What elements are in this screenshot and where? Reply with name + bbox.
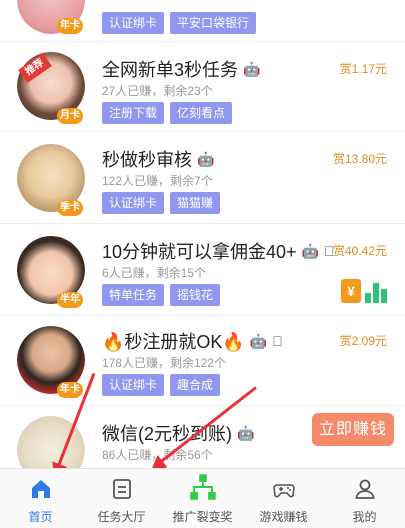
- task-tag: 趣合成: [170, 374, 221, 396]
- task-tag: 认证绑卡: [102, 192, 165, 214]
- gamepad-icon: [272, 484, 295, 498]
- task-tag: 平安口袋银行: [170, 12, 257, 34]
- tab-task-hall[interactable]: 任务大厅: [81, 469, 162, 528]
- task-item[interactable]: 季卡 秒做秒审核 🤖 赏13.80元 122人已赚，剩余7个 认证绑卡 猫猫赚: [0, 132, 405, 224]
- task-item[interactable]: 推荐 月卡 全网新单3秒任务 🤖 赏1.17元 27人已赚，剩余23个 注册下载 …: [0, 42, 405, 132]
- task-tag: 摇钱花: [170, 284, 221, 306]
- task-title: 🔥秒注册就OK🔥🤖: [102, 328, 283, 354]
- referral-tree-icon: [189, 474, 216, 500]
- task-list: 年卡 认证绑卡 平安口袋银行 推荐 月卡 全网新单3秒任务 🤖 赏1.17元 27…: [0, 0, 405, 468]
- tab-label: 我的: [352, 510, 377, 524]
- task-meta: 178人已赚，剩余122个: [102, 356, 227, 370]
- user-icon: [355, 479, 374, 499]
- membership-badge: 月卡: [57, 108, 83, 124]
- task-reward: 赏1.17元: [339, 62, 387, 76]
- task-tags: 认证绑卡 猫猫赚: [102, 192, 221, 214]
- task-tag: 注册下载: [102, 102, 165, 124]
- task-reward: 赏2.09元: [339, 334, 387, 348]
- task-tag: 猫猫赚: [170, 192, 221, 214]
- home-icon: [31, 480, 50, 498]
- money-icon: ¥: [341, 279, 361, 303]
- task-tags: 认证绑卡 趣合成: [102, 374, 221, 396]
- task-tags: 特单任务 摇钱花: [102, 284, 221, 306]
- task-meta: 122人已赚，剩余7个: [102, 174, 213, 188]
- tab-referral[interactable]: 推广裂变奖: [162, 469, 243, 528]
- android-icon: 🤖: [243, 61, 261, 77]
- task-title: 微信(2元秒到账) 🤖: [102, 424, 255, 444]
- task-item[interactable]: 年卡 认证绑卡 平安口袋银行: [0, 0, 405, 42]
- task-tag: 亿刻看点: [170, 102, 233, 124]
- bottom-tab-bar: 首页 任务大厅 推广裂变奖 游戏赚钱 我的: [0, 468, 405, 528]
- tab-label: 游戏赚钱: [259, 510, 308, 524]
- task-tag: 认证绑卡: [102, 12, 165, 34]
- tab-game[interactable]: 游戏赚钱: [243, 469, 324, 528]
- tab-home[interactable]: 首页: [0, 469, 81, 528]
- tab-mine[interactable]: 我的: [324, 469, 405, 528]
- task-hall-icon: [112, 479, 131, 499]
- tab-label: 首页: [28, 510, 53, 524]
- android-icon: 🤖: [237, 425, 255, 441]
- task-item[interactable]: 半年 10分钟就可以拿佣金40+🤖 赏40.42元 6人已赚，剩余15个 特单…: [0, 224, 405, 316]
- task-title: 10分钟就可以拿佣金40+🤖: [102, 238, 335, 264]
- membership-badge: 年卡: [57, 382, 83, 398]
- task-title: 全网新单3秒任务 🤖: [102, 60, 261, 80]
- membership-badge: 半年: [57, 292, 83, 308]
- task-reward: 赏40.42元: [332, 244, 387, 258]
- task-tag: 特单任务: [102, 284, 165, 306]
- membership-badge: 年卡: [57, 18, 83, 34]
- task-title: 秒做秒审核 🤖: [102, 150, 215, 170]
- task-reward: 赏13.80元: [332, 152, 387, 166]
- task-tags: 认证绑卡 平安口袋银行: [102, 12, 257, 34]
- android-icon: 🤖: [249, 333, 268, 349]
- stats-bars-icon: [365, 281, 387, 303]
- membership-badge: 季卡: [57, 200, 83, 216]
- task-item[interactable]: 年卡 🔥秒注册就OK🔥🤖 赏2.09元 178人已赚，剩余122个 认证绑卡 …: [0, 316, 405, 406]
- tab-label: 任务大厅: [97, 510, 146, 524]
- task-tag: 认证绑卡: [102, 374, 165, 396]
- task-meta: 27人已赚，剩余23个: [102, 84, 213, 98]
- tab-label: 推广裂变奖: [172, 510, 233, 524]
- earn-now-button[interactable]: 立即赚钱: [312, 413, 394, 446]
- task-tags: 注册下载 亿刻看点: [102, 102, 233, 124]
- task-meta: 6人已赚，剩余15个: [102, 266, 207, 280]
- android-icon: 🤖: [301, 243, 319, 259]
- android-icon: 🤖: [197, 151, 215, 167]
- apple-icon: : [272, 333, 283, 349]
